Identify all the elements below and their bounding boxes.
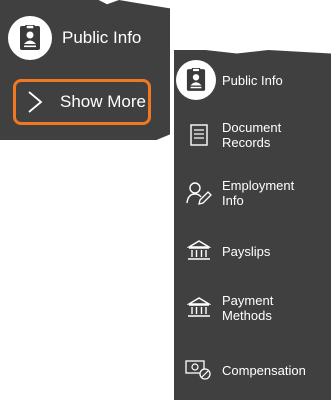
bank-icon [182, 297, 216, 319]
menu-item-employment-info[interactable]: Employment Info [174, 178, 331, 208]
menu-item-public-info[interactable]: Public Info [176, 60, 331, 100]
menu-item-payslips[interactable]: Payslips [174, 240, 331, 262]
menu-item-document-records[interactable]: Document Records [174, 120, 331, 150]
menu-item-label: Public Info [222, 72, 283, 88]
chevron-right-icon [28, 91, 43, 113]
id-badge-icon [8, 16, 52, 60]
menu-item-compensation[interactable]: Compensation [174, 359, 331, 381]
menu-item-label: Payment Methods [222, 293, 274, 323]
public-info-label: Public Info [62, 28, 142, 47]
money-coins-icon [182, 359, 216, 381]
public-info-item[interactable]: Public Info [8, 16, 141, 60]
document-icon [182, 124, 216, 146]
menu-item-payment-methods[interactable]: Payment Methods [174, 293, 331, 323]
show-more-label: Show More [60, 92, 146, 111]
employee-edit-icon [182, 180, 216, 206]
menu-item-label: Document Records [222, 120, 282, 150]
menu-item-label: Employment Info [222, 178, 295, 208]
menu-item-label: Payslips [222, 243, 271, 259]
bank-icon [182, 240, 216, 262]
menu-item-label: Compensation [222, 362, 306, 378]
collapsed-menu: Public Info Show More [0, 0, 170, 140]
expanded-menu: Public Info Document Records Employment … [174, 50, 331, 400]
id-badge-icon [176, 60, 216, 100]
show-more-button[interactable]: Show More [13, 79, 151, 125]
